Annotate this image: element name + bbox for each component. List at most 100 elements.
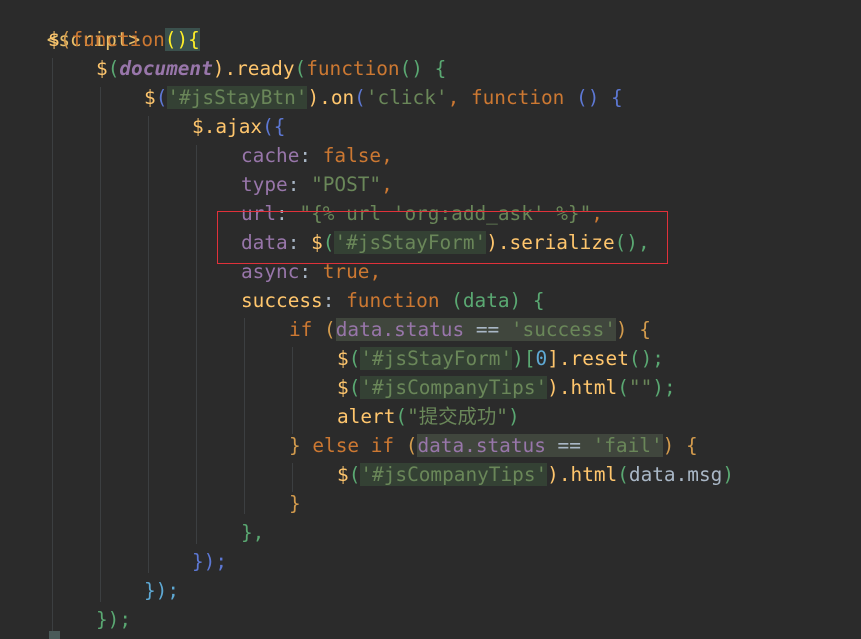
paren: (); (628, 347, 664, 370)
jquery-dollar: $ (337, 463, 349, 486)
selector-string: '#jsStayBtn' (167, 86, 308, 109)
paren: ( (394, 434, 418, 457)
indent-guide (148, 116, 149, 573)
code-line-7: type: "POST", (241, 170, 393, 199)
indent-guide (292, 463, 293, 492)
document-identifier: document (119, 57, 213, 80)
html-call: ).html (547, 463, 618, 486)
comma: , (381, 173, 393, 196)
data-status-ref: data.status (335, 318, 465, 341)
ready-call: ).ready (212, 57, 295, 80)
paren: ( (155, 86, 168, 109)
paren: ( (617, 463, 629, 486)
property-key: type (241, 173, 288, 196)
code-line-19: }, (241, 518, 264, 547)
fold-marker[interactable] (49, 631, 60, 639)
brace: } (289, 434, 313, 457)
literal-value: false (322, 144, 382, 167)
code-line-17: $('#jsCompanyTips').html(data.msg) (337, 460, 734, 489)
string-value: "POST" (311, 173, 382, 196)
keyword-function: function (71, 28, 165, 51)
function-args: (data) { (439, 289, 545, 312)
comma: , (447, 86, 471, 109)
selector-string: '#jsStayForm' (360, 347, 513, 370)
jquery-dollar: $ (96, 57, 108, 80)
bracket: )[ (512, 347, 536, 370)
indent-guide (100, 87, 101, 602)
paren: ( (354, 86, 366, 109)
reset-call: ].reset (547, 347, 629, 370)
code-line-5: $.ajax({ (192, 112, 285, 141)
code-line-14: $('#jsCompanyTips').html(""); (337, 373, 676, 402)
code-line-22: }); (96, 605, 131, 634)
jquery-dollar: $ (337, 376, 349, 399)
keyword-function: function (306, 57, 400, 80)
brace: }); (144, 579, 180, 602)
index-number: 0 (535, 347, 548, 370)
brace: }); (192, 550, 228, 573)
brace: ({ (262, 115, 286, 138)
paren: ) (507, 405, 520, 428)
property-key: success (241, 289, 323, 312)
matched-brace: (){ (164, 28, 200, 51)
highlight-annotation-box (217, 211, 668, 264)
paren: ( (348, 347, 361, 370)
paren: ); (652, 376, 676, 399)
equality-op: == (464, 318, 511, 341)
code-line-21: }); (144, 576, 179, 605)
brace: () { (399, 57, 447, 80)
code-line-3: $(document).ready(function() { (96, 54, 446, 83)
paren: ( (312, 318, 336, 341)
code-line-13: $('#jsStayForm')[0].reset(); (337, 344, 664, 373)
html-call: ).html (547, 376, 618, 399)
on-call: ).on (307, 86, 355, 109)
code-line-16: } else if (data.status == 'fail') { (289, 431, 698, 460)
code-line-12: if (data.status == 'success') { (289, 315, 651, 344)
code-line-4: $('#jsStayBtn').on('click', function () … (144, 83, 623, 112)
keyword-else-if: else if (312, 434, 395, 457)
string-value: 'fail' (592, 434, 663, 457)
colon: : (322, 289, 347, 312)
paren: ( (348, 376, 361, 399)
selector-string: '#jsCompanyTips' (360, 463, 548, 486)
event-string: 'click' (365, 86, 448, 109)
brace: }, (241, 521, 265, 544)
data-msg-ref: data.msg (628, 463, 723, 486)
colon: : (287, 173, 312, 196)
property-key: cache (241, 144, 300, 167)
alert-call: alert (337, 405, 396, 428)
code-line-11: success: function (data) { (241, 286, 545, 315)
code-line-1: <script> (0, 0, 140, 51)
code-line-20: }); (192, 547, 227, 576)
data-status-ref: data.status (417, 434, 546, 457)
paren: ( (107, 57, 120, 80)
string-value: "" (628, 376, 653, 399)
brace: }); (96, 608, 132, 631)
indent-guide (196, 145, 197, 544)
indent-guide (292, 347, 293, 434)
paren: ( (617, 376, 629, 399)
paren: ( (395, 405, 408, 428)
code-line-2: $(function(){ (48, 25, 200, 54)
brace: ) { (615, 318, 651, 341)
keyword-function: function (346, 289, 440, 312)
jquery-dollar: $ (48, 28, 60, 51)
jquery-dollar: $ (192, 115, 204, 138)
brace: () { (564, 86, 623, 109)
code-editor[interactable]: <script> $(function(){ $(document).ready… (0, 0, 861, 639)
paren: ( (348, 463, 361, 486)
paren: ( (294, 57, 307, 80)
brace: } (289, 492, 301, 515)
ajax-call: .ajax (203, 115, 263, 138)
paren: ( (59, 28, 72, 51)
colon: : (299, 144, 323, 167)
comma: , (381, 144, 393, 167)
paren: ) (722, 463, 734, 486)
keyword-if: if (289, 318, 313, 341)
selector-string: '#jsCompanyTips' (360, 376, 548, 399)
jquery-dollar: $ (337, 347, 349, 370)
brace: ) { (662, 434, 698, 457)
code-line-18: } (289, 489, 301, 518)
code-line-6: cache: false, (241, 141, 393, 170)
keyword-function: function (470, 86, 565, 109)
